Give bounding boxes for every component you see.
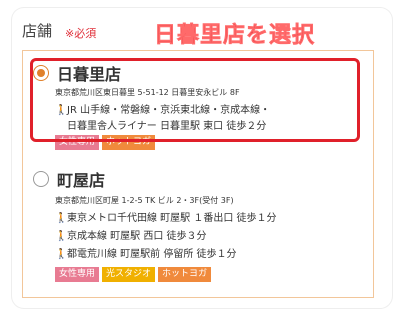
tag-light-studio: 光スタジオ [102, 267, 156, 282]
store-tags: 女性専用 光スタジオ ホットヨガ [55, 267, 212, 282]
store-name: 町屋店 [57, 171, 106, 190]
store-access-line: 東京メトロ千代田線 町屋駅 １番出口 徒歩１分 [67, 213, 277, 224]
store-option-machiya[interactable]: 町屋店 東京都荒川区町屋 1-2-5 TK ビル 2・3F(受付 3F) 🚶東京… [33, 167, 363, 293]
store-radio-machiya[interactable] [33, 171, 49, 187]
tag-hot-yoga: ホットヨガ [158, 267, 212, 282]
store-address: 東京都荒川区町屋 1-2-5 TK ビル 2・3F(受付 3F) [55, 196, 234, 205]
store-access-line: 都電荒川線 町屋駅前 停留所 徒歩１分 [67, 249, 237, 260]
selection-highlight-box [30, 58, 360, 142]
walking-person-icon: 🚶 [55, 231, 68, 242]
tag-women-only: 女性専用 [55, 267, 100, 282]
store-field-label: 店舗 [22, 22, 53, 40]
walking-person-icon: 🚶 [55, 213, 68, 224]
required-marker: ※必須 [65, 27, 97, 40]
walking-person-icon: 🚶 [55, 249, 68, 260]
select-instruction-banner: 日暮里店を選択 [146, 14, 324, 48]
store-access-line: 京成本線 町屋駅 西口 徒歩３分 [67, 231, 207, 242]
